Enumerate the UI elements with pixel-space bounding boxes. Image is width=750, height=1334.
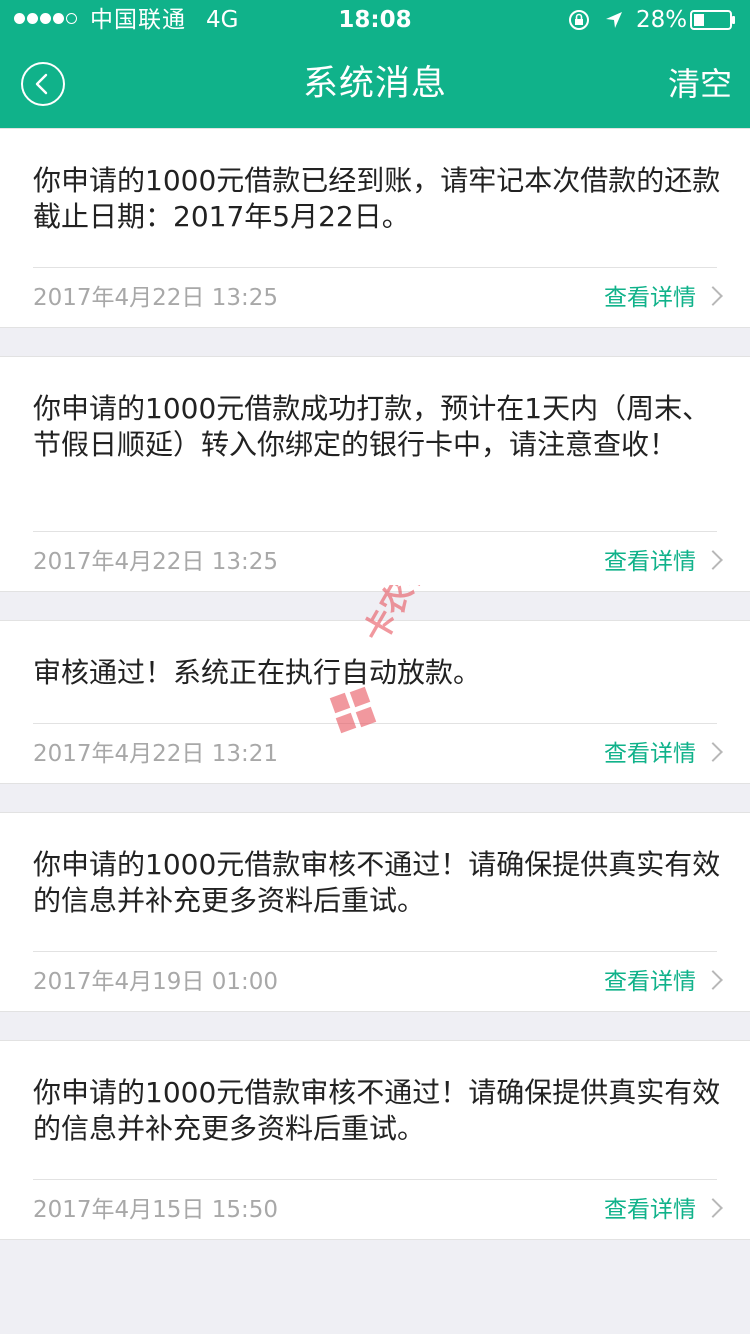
message-time: 2017年4月19日 01:00 xyxy=(33,969,279,995)
message-body: 你申请的1000元借款审核不通过！请确保提供真实有效的信息并补充更多资料后重试。 xyxy=(33,1076,721,1145)
view-details-label: 查看详情 xyxy=(604,1197,696,1223)
chevron-right-icon xyxy=(703,550,723,570)
page-title: 系统消息 xyxy=(302,64,447,104)
message-time: 2017年4月22日 13:21 xyxy=(33,741,279,767)
view-details-link[interactable]: 查看详情 xyxy=(604,283,723,313)
battery-icon xyxy=(690,10,735,30)
message-card: 你申请的1000元借款已经到账，请牢记本次借款的还款截止日期：2017年5月22… xyxy=(0,128,750,328)
message-card: 你申请的1000元借款审核不通过！请确保提供真实有效的信息并补充更多资料后重试。… xyxy=(0,812,750,1012)
divider xyxy=(33,1179,717,1180)
message-body: 你申请的1000元借款审核不通过！请确保提供真实有效的信息并补充更多资料后重试。 xyxy=(33,848,721,917)
view-details-link[interactable]: 查看详情 xyxy=(604,547,723,577)
view-details-label: 查看详情 xyxy=(604,741,696,767)
divider xyxy=(33,951,717,952)
divider xyxy=(33,531,717,532)
clear-button[interactable]: 清空 xyxy=(668,62,732,106)
message-body: 你申请的1000元借款已经到账，请牢记本次借款的还款截止日期：2017年5月22… xyxy=(33,164,721,233)
view-details-label: 查看详情 xyxy=(604,549,696,575)
message-card: 你申请的1000元借款审核不通过！请确保提供真实有效的信息并补充更多资料后重试。… xyxy=(0,1040,750,1240)
view-details-label: 查看详情 xyxy=(604,285,696,311)
message-time: 2017年4月22日 13:25 xyxy=(33,549,279,575)
chevron-right-icon xyxy=(703,742,723,762)
chevron-right-icon xyxy=(703,970,723,990)
rotation-lock-icon xyxy=(569,10,589,30)
watermark-text: 卡农社区 xyxy=(356,585,452,649)
message-time: 2017年4月15日 15:50 xyxy=(33,1197,279,1223)
status-bar: 中国联通 4G 18:08 28% xyxy=(0,0,750,40)
view-details-link[interactable]: 查看详情 xyxy=(604,1195,723,1225)
chevron-right-icon xyxy=(703,286,723,306)
chevron-right-icon xyxy=(703,1198,723,1218)
battery-percentage: 28% xyxy=(636,7,688,33)
view-details-link[interactable]: 查看详情 xyxy=(604,739,723,769)
message-card: 你申请的1000元借款成功打款，预计在1天内（周末、节假日顺延）转入你绑定的银行… xyxy=(0,356,750,592)
divider xyxy=(33,267,717,268)
view-details-link[interactable]: 查看详情 xyxy=(604,967,723,997)
app-header: 中国联通 4G 18:08 28% 系统消息 清空 xyxy=(0,0,750,128)
message-time: 2017年4月22日 13:25 xyxy=(33,285,279,311)
watermark-logo: 卡农社区 xyxy=(329,585,452,734)
message-body: 你申请的1000元借款成功打款，预计在1天内（周末、节假日顺延）转入你绑定的银行… xyxy=(33,392,711,461)
location-arrow-icon xyxy=(606,12,622,28)
view-details-label: 查看详情 xyxy=(604,969,696,995)
